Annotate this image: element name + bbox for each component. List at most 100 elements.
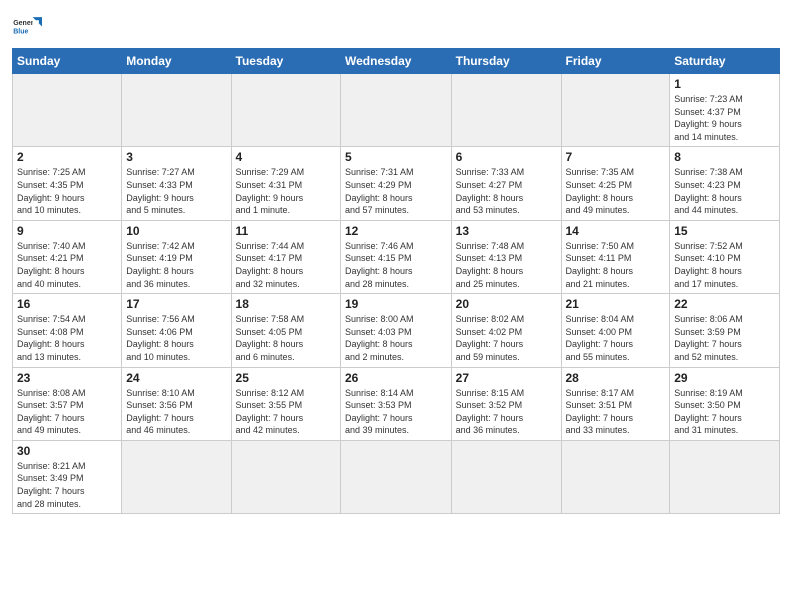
week-row-3: 9Sunrise: 7:40 AM Sunset: 4:21 PM Daylig… — [13, 220, 780, 293]
week-row-5: 23 Sunrise: 8:08 AM Sunset: 3:57 PM Dayli… — [13, 367, 780, 440]
day-cell — [561, 440, 670, 513]
day-info: Sunrise: 7:46 AM Sunset: 4:15 PM Dayligh… — [345, 240, 447, 290]
day-cell — [122, 74, 231, 147]
day-number: 23 — [17, 371, 117, 385]
weekday-sunday: Sunday — [13, 49, 122, 74]
day-number: 25 — [236, 371, 336, 385]
day-info: Sunrise: 7:54 AM Sunset: 4:08 PM Dayligh… — [17, 313, 117, 363]
day-number: 5 — [345, 150, 447, 164]
day-info: Sunrise: 7:31 AM Sunset: 4:29 PM Dayligh… — [345, 166, 447, 216]
day-number: 20 — [456, 297, 557, 311]
day-number: 17 — [126, 297, 226, 311]
day-number: 24 — [126, 371, 226, 385]
day-cell: 8 Sunrise: 7:38 AM Sunset: 4:23 PM Daylig… — [670, 147, 780, 220]
day-cell: 17Sunrise: 7:56 AM Sunset: 4:06 PM Dayli… — [122, 294, 231, 367]
day-number: 8 — [674, 150, 775, 164]
day-number: 22 — [674, 297, 775, 311]
day-cell: 28 Sunrise: 8:17 AM Sunset: 3:51 PM Dayli… — [561, 367, 670, 440]
day-cell: 3Sunrise: 7:27 AM Sunset: 4:33 PM Daylig… — [122, 147, 231, 220]
day-info: Sunrise: 7:29 AM Sunset: 4:31 PM Dayligh… — [236, 166, 336, 216]
day-cell: 27Sunrise: 8:15 AM Sunset: 3:52 PM Dayli… — [451, 367, 561, 440]
day-number: 26 — [345, 371, 447, 385]
day-number: 21 — [566, 297, 666, 311]
day-cell: 4 Sunrise: 7:29 AM Sunset: 4:31 PM Daylig… — [231, 147, 340, 220]
day-info: Sunrise: 7:35 AM Sunset: 4:25 PM Dayligh… — [566, 166, 666, 216]
day-number: 2 — [17, 150, 117, 164]
page-header: General Blue — [12, 10, 780, 42]
day-cell: 2 Sunrise: 7:25 AM Sunset: 4:35 PM Daylig… — [13, 147, 122, 220]
day-info: Sunrise: 7:25 AM Sunset: 4:35 PM Dayligh… — [17, 166, 117, 216]
day-number: 1 — [674, 77, 775, 91]
day-info: Sunrise: 7:44 AM Sunset: 4:17 PM Dayligh… — [236, 240, 336, 290]
day-cell — [13, 74, 122, 147]
day-cell — [341, 440, 452, 513]
day-info: Sunrise: 8:10 AM Sunset: 3:56 PM Dayligh… — [126, 387, 226, 437]
day-number: 13 — [456, 224, 557, 238]
day-cell: 10Sunrise: 7:42 AM Sunset: 4:19 PM Dayli… — [122, 220, 231, 293]
day-cell: 26 Sunrise: 8:14 AM Sunset: 3:53 PM Dayli… — [341, 367, 452, 440]
day-info: Sunrise: 8:14 AM Sunset: 3:53 PM Dayligh… — [345, 387, 447, 437]
day-cell: 1Sunrise: 7:23 AM Sunset: 4:37 PM Daylig… — [670, 74, 780, 147]
day-cell — [231, 440, 340, 513]
day-info: Sunrise: 8:02 AM Sunset: 4:02 PM Dayligh… — [456, 313, 557, 363]
week-row-2: 2 Sunrise: 7:25 AM Sunset: 4:35 PM Daylig… — [13, 147, 780, 220]
day-info: Sunrise: 8:15 AM Sunset: 3:52 PM Dayligh… — [456, 387, 557, 437]
weekday-saturday: Saturday — [670, 49, 780, 74]
day-number: 19 — [345, 297, 447, 311]
day-cell: 20 Sunrise: 8:02 AM Sunset: 4:02 PM Dayli… — [451, 294, 561, 367]
day-cell: 29 Sunrise: 8:19 AM Sunset: 3:50 PM Dayli… — [670, 367, 780, 440]
day-info: Sunrise: 8:00 AM Sunset: 4:03 PM Dayligh… — [345, 313, 447, 363]
day-cell: 5 Sunrise: 7:31 AM Sunset: 4:29 PM Daylig… — [341, 147, 452, 220]
day-number: 29 — [674, 371, 775, 385]
weekday-header-row: SundayMondayTuesdayWednesdayThursdayFrid… — [13, 49, 780, 74]
day-number: 16 — [17, 297, 117, 311]
day-number: 4 — [236, 150, 336, 164]
day-cell: 11 Sunrise: 7:44 AM Sunset: 4:17 PM Dayli… — [231, 220, 340, 293]
day-info: Sunrise: 7:58 AM Sunset: 4:05 PM Dayligh… — [236, 313, 336, 363]
day-info: Sunrise: 8:17 AM Sunset: 3:51 PM Dayligh… — [566, 387, 666, 437]
day-cell — [451, 440, 561, 513]
week-row-1: 1Sunrise: 7:23 AM Sunset: 4:37 PM Daylig… — [13, 74, 780, 147]
day-cell: 12 Sunrise: 7:46 AM Sunset: 4:15 PM Dayli… — [341, 220, 452, 293]
weekday-wednesday: Wednesday — [341, 49, 452, 74]
logo: General Blue — [12, 14, 44, 42]
day-number: 15 — [674, 224, 775, 238]
day-info: Sunrise: 8:19 AM Sunset: 3:50 PM Dayligh… — [674, 387, 775, 437]
day-number: 28 — [566, 371, 666, 385]
day-cell: 18 Sunrise: 7:58 AM Sunset: 4:05 PM Dayli… — [231, 294, 340, 367]
weekday-monday: Monday — [122, 49, 231, 74]
day-info: Sunrise: 7:40 AM Sunset: 4:21 PM Dayligh… — [17, 240, 117, 290]
svg-text:Blue: Blue — [13, 28, 28, 35]
day-info: Sunrise: 7:48 AM Sunset: 4:13 PM Dayligh… — [456, 240, 557, 290]
day-number: 11 — [236, 224, 336, 238]
day-cell — [341, 74, 452, 147]
day-cell — [451, 74, 561, 147]
day-info: Sunrise: 8:06 AM Sunset: 3:59 PM Dayligh… — [674, 313, 775, 363]
day-info: Sunrise: 7:27 AM Sunset: 4:33 PM Dayligh… — [126, 166, 226, 216]
day-number: 6 — [456, 150, 557, 164]
day-info: Sunrise: 8:08 AM Sunset: 3:57 PM Dayligh… — [17, 387, 117, 437]
day-cell: 22 Sunrise: 8:06 AM Sunset: 3:59 PM Dayli… — [670, 294, 780, 367]
day-cell: 23 Sunrise: 8:08 AM Sunset: 3:57 PM Dayli… — [13, 367, 122, 440]
day-info: Sunrise: 8:12 AM Sunset: 3:55 PM Dayligh… — [236, 387, 336, 437]
day-cell: 15 Sunrise: 7:52 AM Sunset: 4:10 PM Dayli… — [670, 220, 780, 293]
day-cell: 7Sunrise: 7:35 AM Sunset: 4:25 PM Daylig… — [561, 147, 670, 220]
day-cell: 14Sunrise: 7:50 AM Sunset: 4:11 PM Dayli… — [561, 220, 670, 293]
day-cell: 6 Sunrise: 7:33 AM Sunset: 4:27 PM Daylig… — [451, 147, 561, 220]
day-info: Sunrise: 7:38 AM Sunset: 4:23 PM Dayligh… — [674, 166, 775, 216]
day-cell: 30Sunrise: 8:21 AM Sunset: 3:49 PM Dayli… — [13, 440, 122, 513]
day-cell — [670, 440, 780, 513]
day-cell: 25 Sunrise: 8:12 AM Sunset: 3:55 PM Dayli… — [231, 367, 340, 440]
day-cell: 16 Sunrise: 7:54 AM Sunset: 4:08 PM Dayli… — [13, 294, 122, 367]
weekday-thursday: Thursday — [451, 49, 561, 74]
day-number: 18 — [236, 297, 336, 311]
day-cell: 24 Sunrise: 8:10 AM Sunset: 3:56 PM Dayli… — [122, 367, 231, 440]
day-info: Sunrise: 7:52 AM Sunset: 4:10 PM Dayligh… — [674, 240, 775, 290]
day-cell: 13 Sunrise: 7:48 AM Sunset: 4:13 PM Dayli… — [451, 220, 561, 293]
day-info: Sunrise: 7:33 AM Sunset: 4:27 PM Dayligh… — [456, 166, 557, 216]
day-number: 12 — [345, 224, 447, 238]
day-info: Sunrise: 7:42 AM Sunset: 4:19 PM Dayligh… — [126, 240, 226, 290]
week-row-4: 16 Sunrise: 7:54 AM Sunset: 4:08 PM Dayli… — [13, 294, 780, 367]
day-cell: 19 Sunrise: 8:00 AM Sunset: 4:03 PM Dayli… — [341, 294, 452, 367]
day-info: Sunrise: 8:04 AM Sunset: 4:00 PM Dayligh… — [566, 313, 666, 363]
